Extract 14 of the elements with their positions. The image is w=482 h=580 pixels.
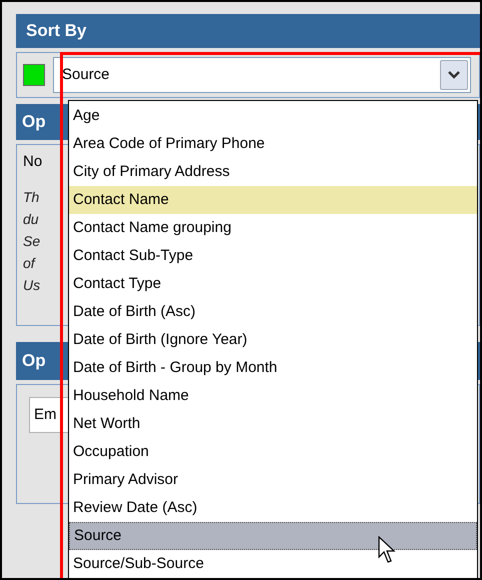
note-text: du [23,210,39,228]
panel-title: Sort By [26,20,86,42]
note-text: Se [23,232,40,250]
note-text: Th [23,188,40,206]
panel-title: Op [22,350,46,372]
chevron-down-icon[interactable] [440,60,468,90]
dropdown-option[interactable]: Contact Name [69,186,477,214]
panel-title: Op [22,111,46,134]
cursor-arrow-icon [378,536,396,564]
dropdown-option[interactable]: Source [69,522,477,550]
note-text: Us [23,276,40,294]
sort-select[interactable]: Source [53,57,471,93]
note-text: of [23,254,35,272]
options-text: No [23,152,42,172]
